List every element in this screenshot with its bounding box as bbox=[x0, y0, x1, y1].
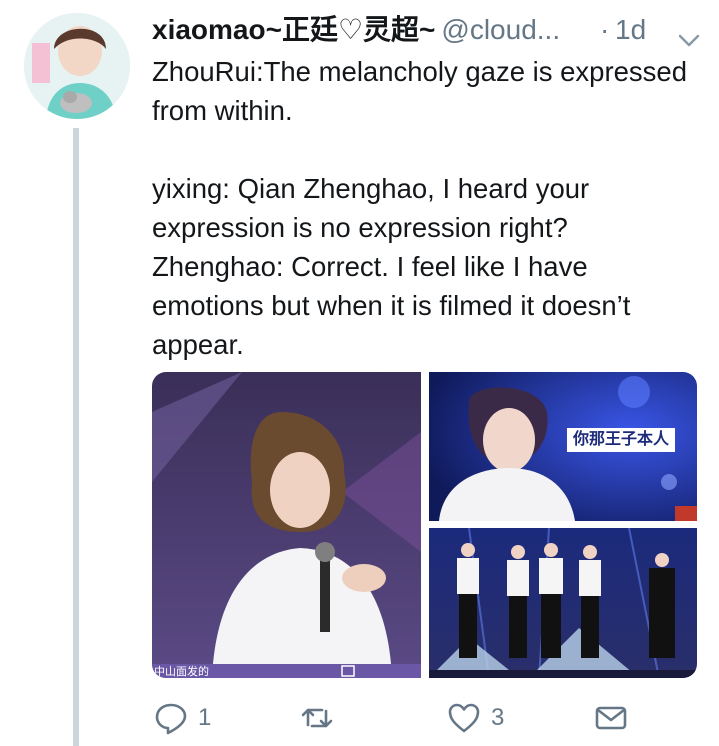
avatar[interactable] bbox=[24, 13, 130, 119]
tweet-paragraph: yixing: Qian Zhenghao, I heard your expr… bbox=[152, 173, 631, 360]
tweet-action-bar: 1 3 bbox=[152, 700, 697, 740]
dot-separator: · bbox=[600, 14, 610, 45]
direct-message-button[interactable] bbox=[594, 700, 628, 736]
heart-icon bbox=[447, 701, 481, 735]
reply-button[interactable]: 1 bbox=[154, 700, 211, 736]
timestamp[interactable]: 1d bbox=[615, 12, 646, 48]
like-button[interactable]: 3 bbox=[447, 700, 504, 736]
photo-subtitle: 中山面发的 bbox=[154, 666, 209, 678]
tweet-text: ZhouRui:The melancholy gaze is expressed… bbox=[152, 52, 697, 364]
chevron-down-icon[interactable] bbox=[678, 22, 700, 47]
like-count: 3 bbox=[491, 704, 505, 731]
retweet-button[interactable] bbox=[300, 700, 344, 736]
photo-performer-closeup[interactable]: 你那王子本人 bbox=[429, 372, 697, 521]
retweet-icon bbox=[300, 701, 334, 735]
tweet-header: xiaomao~正廷♡灵超~ @cloud... · 1d bbox=[152, 12, 700, 48]
reply-count: 1 bbox=[198, 704, 212, 731]
tweet-paragraph: ZhouRui:The melancholy gaze is expressed… bbox=[152, 56, 688, 126]
avatar-photo bbox=[24, 13, 130, 119]
media-grid: 中山面发的 你那王子本人 bbox=[152, 372, 697, 678]
display-name[interactable]: xiaomao~正廷♡灵超~ bbox=[152, 14, 435, 45]
reply-icon bbox=[154, 701, 188, 735]
thread-connector-line bbox=[73, 128, 79, 746]
show-banner-text: 你那王子本人 bbox=[572, 431, 669, 448]
photo-group-on-stage[interactable] bbox=[429, 528, 697, 678]
envelope-icon bbox=[594, 701, 628, 735]
photo-performer-microphone[interactable]: 中山面发的 bbox=[152, 372, 421, 678]
user-handle[interactable]: @cloud... bbox=[441, 14, 560, 45]
